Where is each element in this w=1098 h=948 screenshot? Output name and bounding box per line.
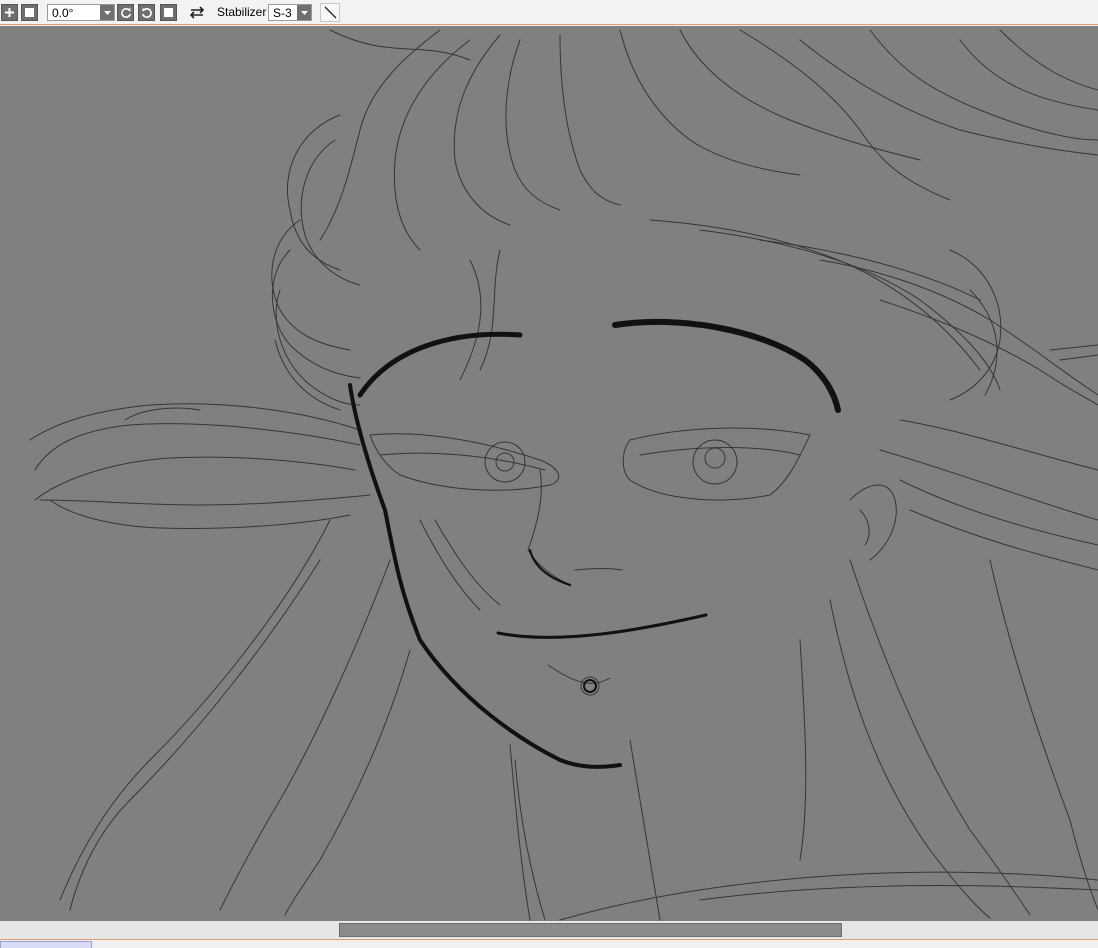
flip-horizontal-icon bbox=[189, 6, 205, 19]
horizontal-scrollbar[interactable] bbox=[0, 921, 1098, 939]
canvas-toolbar: 0.0° Stabilizer S-3 bbox=[0, 0, 1098, 25]
rotation-dropdown-button[interactable] bbox=[100, 5, 114, 20]
rotation-angle-field[interactable]: 0.0° bbox=[47, 4, 115, 21]
square-icon bbox=[164, 8, 173, 17]
bottom-panel-tab[interactable] bbox=[0, 941, 92, 948]
square-icon bbox=[25, 8, 34, 17]
chevron-down-icon bbox=[103, 10, 111, 15]
straight-line-icon bbox=[324, 6, 337, 19]
plus-icon bbox=[5, 8, 14, 17]
sketch-artwork bbox=[29, 29, 1098, 921]
straight-line-button[interactable] bbox=[320, 3, 340, 22]
zoom-reset-button[interactable] bbox=[21, 4, 38, 21]
rotate-ccw-button[interactable] bbox=[117, 4, 134, 21]
chevron-down-icon bbox=[300, 10, 308, 15]
flip-horizontal-button[interactable] bbox=[188, 5, 206, 20]
rotate-reset-button[interactable] bbox=[160, 4, 177, 21]
rotation-angle-value: 0.0° bbox=[52, 6, 74, 20]
rotate-cw-icon bbox=[141, 7, 152, 18]
rotate-cw-button[interactable] bbox=[138, 4, 155, 21]
drawing-canvas[interactable] bbox=[0, 26, 1098, 921]
rotate-ccw-icon bbox=[120, 7, 131, 18]
horizontal-scroll-thumb[interactable] bbox=[339, 923, 842, 937]
stabilizer-select[interactable]: S-3 bbox=[268, 4, 312, 21]
zoom-in-button[interactable] bbox=[1, 4, 18, 21]
bottom-panel-bar bbox=[0, 939, 1098, 948]
stabilizer-value: S-3 bbox=[273, 6, 292, 20]
stabilizer-label: Stabilizer bbox=[217, 5, 267, 19]
stabilizer-dropdown-button[interactable] bbox=[297, 5, 311, 20]
